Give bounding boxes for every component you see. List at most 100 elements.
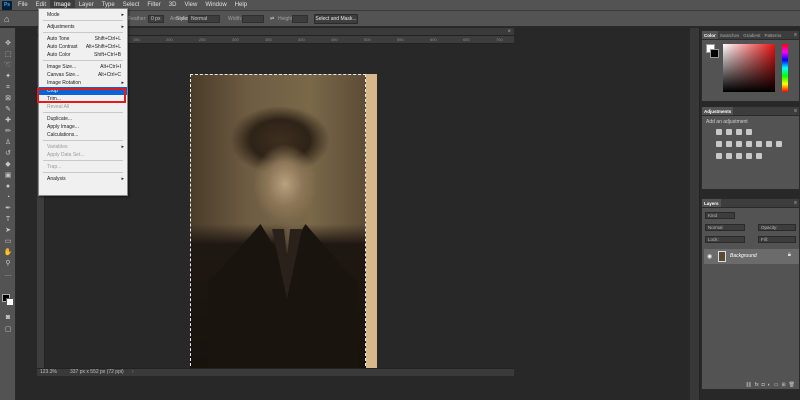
crop-tool-icon[interactable]: ⌗	[3, 84, 13, 92]
group-icon[interactable]: ▭	[774, 382, 779, 388]
frame-tool-icon[interactable]: ⊠	[3, 95, 13, 103]
panel-menu-icon[interactable]: ≡	[794, 31, 797, 40]
photo-canvas[interactable]	[190, 74, 377, 371]
layer-style-icon[interactable]: fx	[755, 382, 759, 388]
move-tool-icon[interactable]: ✥	[3, 40, 13, 48]
hue-slider[interactable]	[782, 44, 788, 92]
posterize-icon[interactable]	[726, 153, 732, 159]
rectangle-tool-icon[interactable]: ▭	[3, 238, 13, 246]
tab-patterns[interactable]: Patterns	[763, 31, 784, 39]
magic-wand-tool-icon[interactable]: ✦	[3, 73, 13, 81]
eye-icon[interactable]: ◉	[707, 253, 712, 260]
menu-item-calculations[interactable]: Calculations...	[39, 131, 127, 139]
hue-saturation-icon[interactable]	[726, 141, 732, 147]
menu-item-adjustments[interactable]: Adjustments ▸	[39, 23, 127, 31]
lock-icon[interactable]: 🔒︎	[788, 252, 791, 259]
adjustment-layer-icon[interactable]: ◐	[768, 382, 771, 388]
threshold-icon[interactable]	[736, 153, 742, 159]
menu-filter[interactable]: Filter	[143, 0, 164, 10]
type-tool-icon[interactable]: T	[3, 216, 13, 224]
gradient-map-icon[interactable]	[746, 153, 752, 159]
blend-mode-select[interactable]: Normal	[705, 224, 745, 231]
tab-gradient[interactable]: Gradient	[741, 31, 762, 39]
history-brush-tool-icon[interactable]: ↺	[3, 150, 13, 158]
pen-tool-icon[interactable]: ✒	[3, 205, 13, 213]
submenu-arrow-icon: ▸	[121, 144, 124, 150]
dodge-tool-icon[interactable]: ◔	[3, 194, 13, 202]
gradient-tool-icon[interactable]: ▣	[3, 172, 13, 180]
menu-file[interactable]: File	[14, 0, 32, 10]
color-background-swatch[interactable]	[710, 49, 719, 58]
lock-controls[interactable]: Lock:	[705, 236, 745, 243]
link-layers-icon[interactable]: ⛓	[745, 382, 751, 388]
tab-adjustments[interactable]: Adjustments	[702, 107, 734, 115]
new-layer-icon[interactable]: ⊞	[781, 382, 785, 388]
lasso-tool-icon[interactable]: ➰	[3, 62, 13, 70]
panel-menu-icon[interactable]: ≡	[794, 107, 797, 116]
tab-swatches[interactable]: Swatches	[718, 31, 742, 39]
menu-item-auto-contrast[interactable]: Auto Contrast Alt+Shift+Ctrl+L	[39, 43, 127, 51]
quick-mask-icon[interactable]: ◙	[3, 314, 13, 322]
close-icon[interactable]: ×	[507, 28, 511, 36]
fill-field[interactable]: Fill:	[758, 236, 796, 243]
select-and-mask-button[interactable]: Select and Mask...	[314, 14, 358, 24]
zoom-level[interactable]: 123.3%	[40, 369, 57, 376]
photo-filter-icon[interactable]	[756, 141, 762, 147]
black-white-icon[interactable]	[746, 141, 752, 147]
blur-tool-icon[interactable]: ●	[3, 183, 13, 191]
channel-mixer-icon[interactable]	[766, 141, 772, 147]
curves-icon[interactable]	[736, 129, 742, 135]
brush-tool-icon[interactable]: ✏	[3, 128, 13, 136]
opacity-field[interactable]: Opacity:	[758, 224, 796, 231]
menu-item-canvas-size[interactable]: Canvas Size... Alt+Ctrl+C	[39, 71, 127, 79]
swap-icon[interactable]: ⇄	[270, 16, 274, 22]
menu-3d[interactable]: 3D	[165, 0, 181, 10]
menu-item-duplicate[interactable]: Duplicate...	[39, 115, 127, 123]
eraser-tool-icon[interactable]: ◆	[3, 161, 13, 169]
style-select[interactable]: Normal	[188, 15, 220, 23]
selective-color-icon[interactable]	[756, 153, 762, 159]
more-tools-icon[interactable]: …	[3, 271, 13, 279]
brightness-icon[interactable]	[716, 129, 722, 135]
marquee-selection[interactable]	[190, 74, 366, 371]
color-picker-field[interactable]	[723, 44, 775, 92]
tab-color[interactable]: Color	[702, 31, 718, 39]
screen-mode-icon[interactable]: ▢	[3, 326, 13, 334]
levels-icon[interactable]	[726, 129, 732, 135]
height-input[interactable]	[292, 15, 308, 23]
menu-item-analysis[interactable]: Analysis ▸	[39, 175, 127, 183]
menu-item-auto-color[interactable]: Auto Color Shift+Ctrl+B	[39, 51, 127, 59]
menu-item-mode[interactable]: Mode ▸	[39, 11, 127, 19]
eyedropper-tool-icon[interactable]: ✎	[3, 106, 13, 114]
layer-mask-icon[interactable]: ◘	[762, 382, 765, 388]
zoom-tool-icon[interactable]: ⚲	[3, 260, 13, 268]
layer-name[interactable]: Background	[730, 253, 757, 259]
layer-kind-filter[interactable]: Kind	[705, 212, 735, 219]
panel-menu-icon[interactable]: ≡	[794, 199, 797, 208]
layer-row[interactable]: ◉ Background 🔒︎	[704, 249, 799, 264]
menu-item-image-size[interactable]: Image Size... Alt+Ctrl+I	[39, 63, 127, 71]
tab-layers[interactable]: Layers	[702, 199, 721, 207]
feather-input[interactable]: 0 px	[148, 15, 164, 23]
exposure-icon[interactable]	[746, 129, 752, 135]
home-icon[interactable]: ⌂	[4, 14, 14, 24]
healing-brush-tool-icon[interactable]: ✚	[3, 117, 13, 125]
background-color-swatch[interactable]	[6, 298, 14, 306]
vibrance-icon[interactable]	[716, 141, 722, 147]
hand-tool-icon[interactable]: ✋	[3, 249, 13, 257]
menu-item-apply-image[interactable]: Apply Image...	[39, 123, 127, 131]
invert-icon[interactable]	[716, 153, 722, 159]
path-selection-tool-icon[interactable]: ➤	[3, 227, 13, 235]
menu-window[interactable]: Window	[201, 0, 230, 10]
color-lookup-icon[interactable]	[776, 141, 782, 147]
status-menu-icon[interactable]: ›	[132, 369, 134, 376]
menu-view[interactable]: View	[180, 0, 201, 10]
menu-item-image-rotation[interactable]: Image Rotation ▸	[39, 79, 127, 87]
clone-stamp-tool-icon[interactable]: ♙	[3, 139, 13, 147]
menu-item-auto-tone[interactable]: Auto Tone Shift+Ctrl+L	[39, 35, 127, 43]
menu-help[interactable]: Help	[231, 0, 251, 10]
delete-layer-icon[interactable]: 🗑︎	[789, 382, 795, 388]
color-balance-icon[interactable]	[736, 141, 742, 147]
marquee-tool-icon[interactable]: ⬚	[3, 51, 13, 59]
width-input[interactable]	[242, 15, 264, 23]
